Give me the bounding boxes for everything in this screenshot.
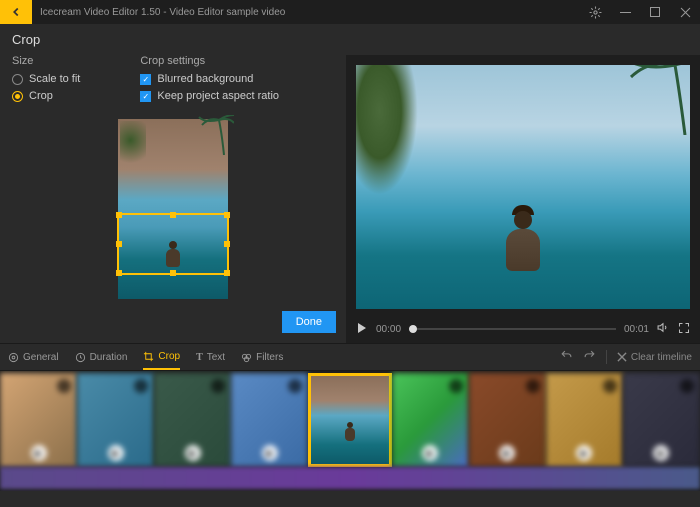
timeline[interactable]: ▶ ▶ ▶ ▶ ▶ ▶ ▶ ▶ <box>0 371 700 491</box>
settings-icon[interactable] <box>580 0 610 24</box>
timeline-clip[interactable]: ▶ <box>154 373 231 467</box>
checkbox-icon: ✓ <box>140 74 151 85</box>
radio-icon <box>12 91 23 102</box>
volume-icon[interactable] <box>657 321 670 337</box>
checkbox-keep-aspect-ratio[interactable]: ✓ Keep project aspect ratio <box>140 90 279 102</box>
tab-filters[interactable]: Filters <box>241 346 283 369</box>
undo-button[interactable] <box>560 349 573 365</box>
radio-crop[interactable]: Crop <box>12 90 80 102</box>
checkbox-icon: ✓ <box>140 91 151 102</box>
tab-text[interactable]: T Text <box>196 346 225 369</box>
timeline-audio-track[interactable] <box>0 467 700 489</box>
done-button[interactable]: Done <box>282 311 336 333</box>
crop-icon <box>143 351 154 362</box>
text-icon: T <box>196 352 203 363</box>
maximize-button[interactable] <box>640 0 670 24</box>
preview-panel: 00:00 00:01 <box>346 55 700 343</box>
tab-label: General <box>23 352 59 363</box>
crop-settings-panel: Size Scale to fit Crop Crop settings ✓ B… <box>0 55 346 343</box>
panel-title: Crop <box>0 24 700 55</box>
scrubber[interactable] <box>409 328 616 330</box>
checkbox-blurred-background[interactable]: ✓ Blurred background <box>140 73 279 85</box>
tab-duration[interactable]: Duration <box>75 346 128 369</box>
play-button[interactable] <box>356 322 368 337</box>
tab-label: Text <box>207 352 225 363</box>
close-icon <box>617 352 627 362</box>
close-button[interactable] <box>670 0 700 24</box>
crop-preview[interactable] <box>118 119 228 299</box>
clear-timeline-button[interactable]: Clear timeline <box>617 352 692 363</box>
timeline-clip[interactable]: ▶ <box>546 373 623 467</box>
back-button[interactable] <box>0 0 32 24</box>
minimize-button[interactable] <box>610 0 640 24</box>
timeline-clip[interactable]: ▶ <box>623 373 700 467</box>
size-label: Size <box>12 55 80 67</box>
tab-label: Filters <box>256 352 283 363</box>
checkbox-label: Keep project aspect ratio <box>157 90 279 102</box>
redo-button[interactable] <box>583 349 596 365</box>
filters-icon <box>241 352 252 363</box>
gear-icon <box>8 352 19 363</box>
clock-icon <box>75 352 86 363</box>
timeline-clip[interactable]: ▶ <box>392 373 469 467</box>
tab-label: Crop <box>158 351 180 362</box>
crop-box[interactable] <box>117 213 229 275</box>
total-time: 00:01 <box>624 324 649 335</box>
checkbox-label: Blurred background <box>157 73 253 85</box>
tab-general[interactable]: General <box>8 346 59 369</box>
timeline-clip-selected[interactable] <box>308 373 391 467</box>
radio-label: Scale to fit <box>29 73 80 85</box>
app-title: Icecream Video Editor 1.50 - Video Edito… <box>40 7 285 18</box>
timeline-clip[interactable]: ▶ <box>231 373 308 467</box>
current-time: 00:00 <box>376 324 401 335</box>
radio-icon <box>12 74 23 85</box>
tab-label: Duration <box>90 352 128 363</box>
tab-crop[interactable]: Crop <box>143 345 180 370</box>
clear-timeline-label: Clear timeline <box>631 352 692 363</box>
fullscreen-icon[interactable] <box>678 322 690 337</box>
radio-label: Crop <box>29 90 53 102</box>
timeline-clip[interactable]: ▶ <box>0 373 77 467</box>
timeline-clip[interactable]: ▶ <box>77 373 154 467</box>
timeline-clip[interactable]: ▶ <box>469 373 546 467</box>
crop-settings-label: Crop settings <box>140 55 279 67</box>
preview-video[interactable] <box>356 65 690 309</box>
radio-scale-to-fit[interactable]: Scale to fit <box>12 73 80 85</box>
